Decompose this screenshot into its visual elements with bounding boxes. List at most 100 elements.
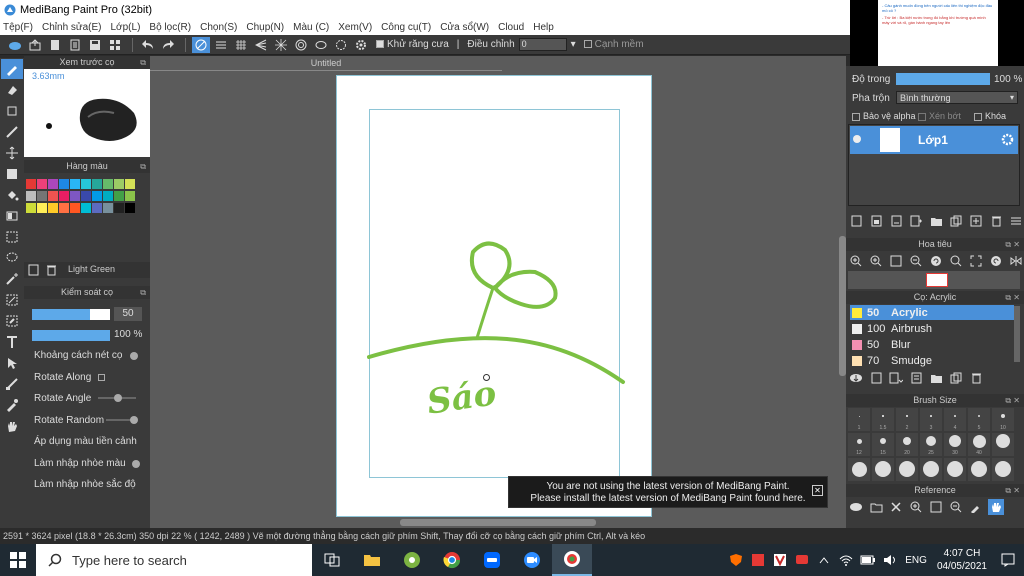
rotate-right-icon[interactable] <box>988 253 1004 269</box>
color-swatch[interactable] <box>103 179 113 189</box>
coc-coc-browser-icon[interactable] <box>392 544 432 576</box>
redo-icon[interactable] <box>159 37 177 53</box>
color-swatch[interactable] <box>48 179 58 189</box>
clipping-checkbox[interactable]: Xén bớt <box>918 111 961 121</box>
task-view-icon[interactable] <box>312 544 352 576</box>
trash-icon[interactable] <box>968 370 984 386</box>
fit-icon[interactable] <box>928 499 944 515</box>
lock-checkbox[interactable]: Khóa <box>974 111 1006 121</box>
close-icon[interactable] <box>888 499 904 515</box>
color-swatch[interactable] <box>125 203 135 213</box>
add-layer-icon[interactable] <box>908 213 924 229</box>
menu-snap[interactable]: Chụp(N) <box>246 22 284 33</box>
trash-icon[interactable] <box>988 213 1004 229</box>
blend-color-knob[interactable] <box>132 460 140 468</box>
zoom-out-icon[interactable] <box>908 253 924 269</box>
brush-folder-icon[interactable] <box>928 370 944 386</box>
app-tray-icon[interactable] <box>748 550 768 570</box>
menu-help[interactable]: Help <box>533 22 554 33</box>
menu-view[interactable]: Xem(V) <box>338 22 372 33</box>
color-swatch[interactable] <box>37 203 47 213</box>
color-swatch[interactable] <box>37 191 47 201</box>
file-explorer-icon[interactable] <box>352 544 392 576</box>
eyedropper-tool[interactable] <box>1 395 23 415</box>
rotate-random-knob[interactable] <box>130 416 138 424</box>
color-swatch[interactable] <box>26 203 36 213</box>
language-indicator[interactable]: ENG <box>905 555 927 566</box>
text-tool[interactable] <box>1 332 23 352</box>
radial-snap-icon[interactable] <box>272 37 290 53</box>
menu-edit[interactable]: Chỉnh sửa(E) <box>42 22 102 33</box>
close-icon[interactable]: ✕ <box>812 485 823 496</box>
divide-tool[interactable] <box>1 374 23 394</box>
adjust-input[interactable]: 0 <box>518 38 567 51</box>
brush-list-item[interactable]: 100 Airbrush <box>850 321 1014 336</box>
color-swatch[interactable] <box>48 191 58 201</box>
color-swatch[interactable] <box>26 179 36 189</box>
menu-tools[interactable]: Công cụ(T) <box>381 22 431 33</box>
hand-tool[interactable] <box>1 416 23 436</box>
color-swatch[interactable] <box>59 191 69 201</box>
antialias-checkbox[interactable]: Khử răng cưa <box>376 39 449 50</box>
color-swatch[interactable] <box>37 179 47 189</box>
canvas-area[interactable]: Untitled Sáo You are not using the lates… <box>150 56 846 528</box>
rotate-left-icon[interactable] <box>928 253 944 269</box>
zoom-in-alt-icon[interactable] <box>868 253 884 269</box>
share-icon[interactable] <box>26 37 44 53</box>
move-tool[interactable] <box>1 143 23 163</box>
color-swatch[interactable] <box>92 191 102 201</box>
select-tool[interactable] <box>1 227 23 247</box>
ellipse-snap-icon[interactable] <box>312 37 330 53</box>
merge-layer-icon[interactable] <box>968 213 984 229</box>
cloud-icon[interactable] <box>6 37 24 53</box>
blend-select[interactable]: Bình thường ▾ <box>896 91 1018 104</box>
brush-size-cell[interactable]: 1.5 <box>872 408 894 431</box>
color-swatch[interactable] <box>114 203 124 213</box>
brush-size-cell[interactable] <box>992 458 1014 481</box>
select-pen-tool-2[interactable] <box>1 290 23 310</box>
windows-start-icon[interactable] <box>0 544 36 576</box>
color-swatch[interactable] <box>59 179 69 189</box>
notifications-icon[interactable] <box>998 550 1018 570</box>
zalo-icon[interactable] <box>472 544 512 576</box>
duplicate-brush-icon[interactable] <box>948 370 964 386</box>
brush-tool[interactable] <box>1 59 23 79</box>
brush-size-cell[interactable]: 40 <box>968 433 990 456</box>
brush-add-menu-icon[interactable] <box>888 370 904 386</box>
brush-size-cell[interactable]: 3 <box>920 408 942 431</box>
brush-size-cell[interactable]: 5 <box>968 408 990 431</box>
shield-icon[interactable] <box>726 550 746 570</box>
open-folder-icon[interactable] <box>868 499 884 515</box>
wifi-icon[interactable] <box>836 550 856 570</box>
color-swatch[interactable] <box>70 179 80 189</box>
brush-list-item[interactable]: 50 Blur <box>850 337 1014 352</box>
snap-off-icon[interactable] <box>192 36 210 53</box>
color-swatch[interactable] <box>103 203 113 213</box>
brush-list-scrollbar[interactable] <box>1014 306 1020 362</box>
rotate-angle-knob[interactable] <box>114 394 122 402</box>
update-notification[interactable]: You are not using the latest version of … <box>508 476 828 508</box>
brush-list-item[interactable]: 50 Acrylic <box>850 305 1014 320</box>
brush-size-cell[interactable] <box>992 433 1014 456</box>
brush-size-cell[interactable]: 30 <box>944 433 966 456</box>
canvas-horizontal-scrollbar[interactable] <box>400 519 596 526</box>
fit-icon[interactable] <box>888 253 904 269</box>
color-swatch[interactable] <box>26 191 36 201</box>
color-swatch[interactable] <box>103 191 113 201</box>
battery-icon[interactable] <box>858 550 878 570</box>
menu-file[interactable]: Tệp(F) <box>3 22 33 33</box>
brush-size-cell[interactable]: 12 <box>848 433 870 456</box>
new-brush-icon[interactable] <box>868 370 884 386</box>
parallel-snap-icon[interactable] <box>212 37 230 53</box>
menu-window[interactable]: Cửa sổ(W) <box>440 22 489 33</box>
brush-settings-icon[interactable] <box>908 370 924 386</box>
trash-icon[interactable] <box>46 264 57 276</box>
flip-icon[interactable] <box>1008 253 1024 269</box>
gear-icon[interactable] <box>1001 133 1014 146</box>
color-swatch[interactable] <box>125 191 135 201</box>
fill-tool[interactable] <box>1 185 23 205</box>
undo-icon[interactable] <box>139 37 157 53</box>
color-swatch[interactable] <box>92 179 102 189</box>
layer-item[interactable]: Lớp1 <box>850 126 1018 154</box>
color-swatch[interactable] <box>81 179 91 189</box>
